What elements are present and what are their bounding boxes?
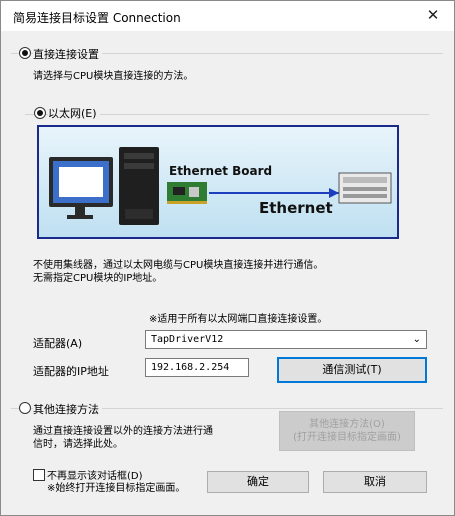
ethernet-radio[interactable] (34, 107, 46, 119)
dont-show-note: ※始终打开连接目标指定画面。 (47, 483, 186, 494)
other-connection-label[interactable]: 其他连接方法 (33, 401, 102, 417)
ip-address-value: 192.168.2.254 (151, 362, 230, 373)
ethernet-port-note: ※适用于所有以太网端口直接连接设置。 (149, 314, 328, 325)
adapter-selected-value: TapDriverV12 (151, 334, 224, 345)
other-connection-desc-2: 信时，请选择此处。 (33, 439, 123, 450)
window-title: 简易连接目标设置 Connection (13, 11, 181, 25)
adapter-select[interactable]: TapDriverV12 ⌄ (145, 330, 427, 349)
direct-connection-label[interactable]: 直接连接设置 (33, 46, 102, 62)
dont-show-checkbox[interactable] (33, 469, 45, 481)
network-label: Ethernet (259, 199, 333, 217)
direct-connection-radio[interactable] (19, 47, 31, 59)
communication-test-button[interactable]: 通信测试(T) (277, 357, 427, 383)
cancel-button[interactable]: 取消 (323, 471, 427, 493)
other-connection-radio[interactable] (19, 402, 31, 414)
other-connection-button-line-2: (打开连接目标指定画面) (293, 432, 401, 443)
computer-tower-icon (119, 147, 159, 225)
title-bar: 简易连接目标设置 Connection ✕ (1, 1, 454, 31)
ok-button[interactable]: 确定 (207, 471, 309, 493)
other-connection-button-line-1: 其他连接方法(O) (309, 419, 385, 430)
other-connection-button[interactable]: 其他连接方法(O) (打开连接目标指定画面) (279, 411, 415, 451)
info-line-2: 无需指定CPU模块的IP地址。 (33, 273, 163, 284)
ethernet-diagram: Ethernet Board Ethernet (37, 125, 399, 239)
plc-module-icon (338, 172, 392, 204)
adapter-label: 适配器(A) (33, 337, 83, 350)
ethernet-board-icon (167, 182, 207, 204)
ethernet-radio-label[interactable]: 以太网(E) (48, 105, 100, 121)
ip-address-label: 适配器的IP地址 (33, 365, 109, 378)
ip-address-field[interactable]: 192.168.2.254 (145, 358, 249, 377)
direct-connection-description: 请选择与CPU模块直接连接的方法。 (33, 71, 194, 82)
connection-dialog: 简易连接目标设置 Connection ✕ 直接连接设置 请选择与CPU模块直接… (0, 0, 455, 516)
chevron-down-icon: ⌄ (412, 334, 421, 345)
close-icon[interactable]: ✕ (420, 4, 446, 26)
ethernet-diagram-illustration: Ethernet Board Ethernet (39, 127, 397, 237)
board-label: Ethernet Board (169, 164, 272, 178)
